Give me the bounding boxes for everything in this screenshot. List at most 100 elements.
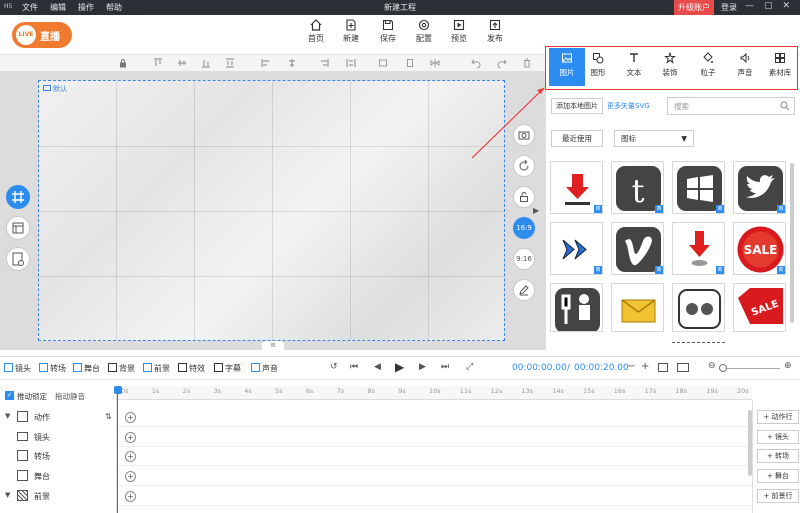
redo-icon[interactable] <box>497 58 507 68</box>
page-settings-button[interactable] <box>6 247 30 271</box>
add-camera-row-button[interactable]: + 镜头 <box>757 430 799 444</box>
align-top-icon[interactable] <box>153 58 163 68</box>
collapse-arrow-icon[interactable]: ▼ <box>5 412 10 420</box>
login-link[interactable]: 登录 <box>721 2 737 13</box>
minimize-button[interactable]: — <box>745 1 754 11</box>
lock-checkbox[interactable]: ✓ <box>5 391 14 400</box>
new-button[interactable]: 新建 <box>333 19 369 44</box>
add-camera-button[interactable]: 镜头 <box>4 363 31 374</box>
add-background-button[interactable]: 背景 <box>108 363 135 374</box>
step-back-icon[interactable]: ◀ <box>374 362 381 372</box>
add-transition-button[interactable]: 转场 <box>39 363 66 374</box>
asset-flickr-icon[interactable] <box>672 283 725 332</box>
zoom-out-icon[interactable]: ⊖ <box>708 361 716 371</box>
publish-button[interactable]: 发布 <box>477 19 513 44</box>
preview-button[interactable]: 预览 <box>441 19 477 44</box>
play-icon[interactable]: ▶ <box>395 360 404 374</box>
expand-icon[interactable] <box>677 363 689 372</box>
more-svg-link[interactable]: 更多矢量SVG <box>607 101 650 111</box>
add-sound-button[interactable]: 声音 <box>251 363 278 374</box>
playhead[interactable] <box>117 386 118 513</box>
category-select[interactable]: 图标 ▼ <box>614 130 694 147</box>
asset-scrollbar[interactable] <box>790 163 794 323</box>
align-left-icon[interactable] <box>261 58 271 68</box>
playhead-handle[interactable] <box>114 386 122 394</box>
rewind-icon[interactable]: ↺ <box>330 362 338 372</box>
asset-download-pin-icon[interactable]: 商 <box>672 222 725 275</box>
same-height-icon[interactable] <box>405 58 415 68</box>
plus-icon[interactable]: + <box>641 361 649 372</box>
save-button[interactable]: 保存 <box>370 19 406 44</box>
unlock-button[interactable] <box>513 186 535 208</box>
add-keyframe-icon[interactable]: + <box>125 412 136 423</box>
add-foreground-button[interactable]: 前景 <box>143 363 170 374</box>
asset-search-input[interactable]: 搜索 <box>667 97 795 115</box>
asset-sale-badge[interactable]: SALE 商 <box>733 222 786 275</box>
panel-toggle-icon[interactable]: ▶ <box>533 206 539 215</box>
step-forward-icon[interactable]: ▶ <box>419 362 426 372</box>
distribute-horizontal-icon[interactable] <box>346 58 356 68</box>
track-transition[interactable]: 转场 <box>0 447 117 466</box>
add-foreground-row-button[interactable]: + 前景行 <box>757 489 799 503</box>
same-width-icon[interactable] <box>378 58 388 68</box>
collapse-arrow-icon[interactable]: ▼ <box>5 491 10 499</box>
delete-icon[interactable] <box>522 58 532 68</box>
asset-handyman-icon[interactable] <box>550 283 603 332</box>
align-center-icon[interactable] <box>287 58 297 68</box>
add-action-row-button[interactable]: + 动作行 <box>757 410 799 424</box>
tab-shape[interactable]: 图形 <box>580 50 616 78</box>
asset-mail-icon[interactable] <box>611 283 664 332</box>
loop-icon[interactable]: ⤢ <box>466 362 473 372</box>
track-foreground[interactable]: ▼ 前景 <box>0 487 117 506</box>
undo-icon[interactable] <box>471 58 481 68</box>
add-transition-row-button[interactable]: + 转场 <box>757 449 799 463</box>
stage-canvas[interactable]: 默认 <box>38 80 505 341</box>
zoom-slider-knob[interactable] <box>719 364 727 372</box>
settings-button[interactable]: 配置 <box>406 19 442 44</box>
tab-decor[interactable]: 装饰 <box>652 50 688 78</box>
zoom-slider[interactable] <box>720 368 780 369</box>
track-stage[interactable]: 舞台 <box>0 467 117 486</box>
sort-icon[interactable]: ⇅ <box>105 412 112 421</box>
minus-icon[interactable]: − <box>627 361 635 372</box>
track-camera[interactable]: 镜头 <box>0 428 117 447</box>
timeline-ruler[interactable]: 0s 1s 2s 3s 4s 5s 6s 7s 8s 9s 10s 11s 12s 13s 14s 15s 16… <box>117 386 752 400</box>
asset-tumblr-icon[interactable]: t 商 <box>611 161 664 214</box>
add-effect-button[interactable]: 特效 <box>178 363 205 374</box>
maximize-button[interactable]: ▢ <box>764 1 773 11</box>
layout-button[interactable] <box>6 216 30 240</box>
total-time[interactable]: 00:00:20.00 <box>574 363 629 373</box>
add-stage-button[interactable]: 舞台 <box>73 363 100 374</box>
tab-library[interactable]: 素材库 <box>762 50 798 78</box>
collapse-timeline-handle[interactable]: ≡ <box>262 341 284 350</box>
asset-twitter-icon[interactable]: 商 <box>733 161 786 214</box>
asset-forward-icon[interactable]: 商 <box>550 222 603 275</box>
ratio-9-16-button[interactable]: 9:16 <box>513 248 535 270</box>
zoom-in-icon[interactable]: ⊕ <box>784 361 792 371</box>
search-icon[interactable] <box>780 101 790 111</box>
drag-mute-label[interactable]: 拖动静音 <box>55 391 85 402</box>
align-middle-icon[interactable] <box>177 58 187 68</box>
asset-vimeo-icon[interactable]: 商 <box>611 222 664 275</box>
track-action[interactable]: ▼ 动作 ⇅ <box>0 408 117 427</box>
asset-windows-icon[interactable]: 商 <box>672 161 725 214</box>
grid-toggle-button[interactable] <box>6 185 30 209</box>
asset-sale-tag[interactable]: SALE <box>733 283 786 332</box>
align-bottom-icon[interactable] <box>201 58 211 68</box>
add-keyframe-icon[interactable]: + <box>125 471 136 482</box>
add-subtitle-button[interactable]: 字幕 <box>214 363 241 374</box>
add-keyframe-icon[interactable]: + <box>125 432 136 443</box>
tab-text[interactable]: 文本 <box>616 50 652 78</box>
add-local-image-button[interactable]: 添加本地图片 <box>551 98 603 114</box>
align-right-icon[interactable] <box>319 58 329 68</box>
skip-start-icon[interactable]: ⏮ <box>350 362 358 372</box>
fit-icon[interactable] <box>658 363 668 372</box>
lock-icon[interactable] <box>118 58 128 68</box>
upgrade-account-button[interactable]: 升级账户 <box>674 0 714 15</box>
recent-used-button[interactable]: 最近使用 <box>551 130 603 147</box>
skip-end-icon[interactable]: ⏭ <box>441 362 449 372</box>
ratio-16-9-button[interactable]: 16:9 <box>513 217 535 239</box>
add-keyframe-icon[interactable]: + <box>125 451 136 462</box>
tab-sound[interactable]: 声音 <box>727 50 763 78</box>
home-button[interactable]: 首页 <box>298 19 334 44</box>
